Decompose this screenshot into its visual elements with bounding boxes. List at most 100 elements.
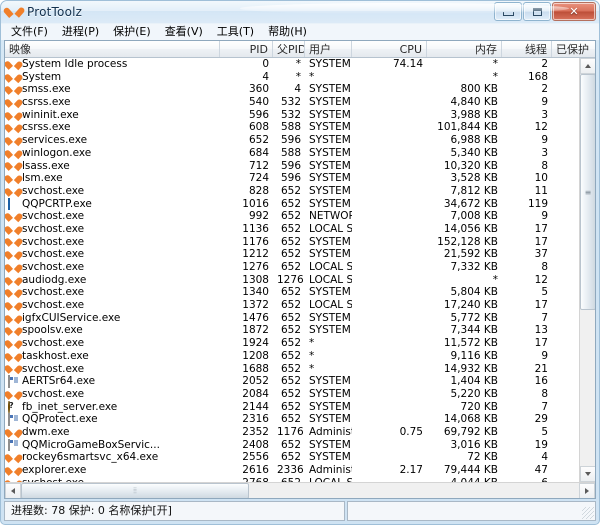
process-list-view: 映像PID父PID用户CPU内存线程已保护公司 System Idle proc… bbox=[4, 40, 596, 499]
menu-process[interactable]: 进程(P) bbox=[55, 24, 106, 40]
table-row[interactable]: csrss.exe540532SYSTEM4,840 KB9 bbox=[5, 96, 588, 109]
cell-image: svchost.exe bbox=[22, 223, 84, 236]
scroll-right-button[interactable] bbox=[579, 483, 595, 499]
heart-icon bbox=[8, 160, 19, 171]
table-row[interactable]: igfxCUIService.exe1476652SYSTEM5,772 KB7 bbox=[5, 312, 588, 325]
cell-memory: 14,068 KB bbox=[427, 413, 502, 426]
cell-image: services.exe bbox=[22, 134, 87, 147]
column-ppid[interactable]: 父PID bbox=[273, 41, 305, 57]
column-user[interactable]: 用户 bbox=[305, 41, 352, 57]
menu-view[interactable]: 查看(V) bbox=[158, 24, 210, 40]
table-row[interactable]: audiodg.exe13081276LOCAL SERVICE*12 bbox=[5, 274, 588, 287]
cell-user: SYSTEM bbox=[305, 324, 352, 337]
table-row[interactable]: AERTSr64.exe2052652SYSTEM1,404 KB16 bbox=[5, 375, 588, 388]
table-row[interactable]: System4***168 bbox=[5, 71, 588, 84]
cell-user: LOCAL SERVICE bbox=[305, 261, 352, 274]
table-row[interactable]: QQProtect.exe2316652SYSTEM14,068 KB29Ten… bbox=[5, 413, 588, 426]
menu-help[interactable]: 帮助(H) bbox=[261, 24, 314, 40]
table-row[interactable]: explorer.exe26162336Administrator2.1779,… bbox=[5, 464, 588, 477]
table-row[interactable]: smss.exe3604SYSTEM800 KB2 bbox=[5, 83, 588, 96]
cell-threads: 8 bbox=[502, 388, 552, 401]
table-row[interactable]: svchost.exe1924652*11,572 KB17 bbox=[5, 337, 588, 350]
menu-file[interactable]: 文件(F) bbox=[4, 24, 55, 40]
cell-user: SYSTEM bbox=[305, 160, 352, 173]
column-protected[interactable]: 已保护 bbox=[552, 41, 596, 57]
cell-user: SYSTEM bbox=[305, 147, 352, 160]
close-button[interactable]: ✕ bbox=[552, 2, 596, 21]
table-row[interactable]: svchost.exe1176652SYSTEM152,128 KB17 bbox=[5, 236, 588, 249]
shield-icon bbox=[8, 198, 19, 209]
status-bar: 进程数: 78 保护: 0 名称保护[开] bbox=[4, 501, 596, 521]
table-row[interactable]: dwm.exe23521176Administrator0.7569,792 K… bbox=[5, 426, 588, 439]
table-row[interactable]: svchost.exe2084652SYSTEM5,220 KB8 bbox=[5, 388, 588, 401]
table-row[interactable]: services.exe652596SYSTEM6,988 KB9 bbox=[5, 134, 588, 147]
minimize-button[interactable] bbox=[494, 2, 522, 21]
table-row[interactable]: svchost.exe1340652SYSTEM5,804 KB5 bbox=[5, 286, 588, 299]
table-row[interactable]: winlogon.exe684588SYSTEM5,340 KB3 bbox=[5, 147, 588, 160]
cell-user: SYSTEM bbox=[305, 375, 352, 388]
table-row[interactable]: csrss.exe608588SYSTEM101,844 KB12 bbox=[5, 121, 588, 134]
cell-ppid: * bbox=[273, 71, 305, 84]
cell-threads: 8 bbox=[502, 160, 552, 173]
cell-memory: 800 KB bbox=[427, 83, 502, 96]
table-row[interactable]: svchost.exe1136652LOCAL SERVICE14,056 KB… bbox=[5, 223, 588, 236]
column-cpu[interactable]: CPU bbox=[352, 41, 427, 57]
scroll-up-button[interactable] bbox=[580, 58, 596, 74]
cell-image: System Idle process bbox=[22, 58, 127, 71]
table-row[interactable]: svchost.exe1372652LOCAL SERVICE17,240 KB… bbox=[5, 299, 588, 312]
cell-pid: 1016 bbox=[220, 198, 273, 211]
column-memory[interactable]: 内存 bbox=[427, 41, 502, 57]
cell-image: lsm.exe bbox=[22, 172, 63, 185]
table-row[interactable]: svchost.exe1212652SYSTEM21,592 KB37 bbox=[5, 248, 588, 261]
cell-cpu bbox=[352, 223, 427, 236]
horizontal-scrollbar-thumb[interactable]: ⦙⦙ bbox=[21, 483, 249, 499]
cell-cpu bbox=[352, 388, 427, 401]
table-row[interactable]: taskhost.exe1208652*9,116 KB9 bbox=[5, 350, 588, 363]
table-row[interactable]: svchost.exe992652NETWORK SER...7,008 KB9 bbox=[5, 210, 588, 223]
column-image[interactable]: 映像 bbox=[5, 41, 220, 57]
cell-ppid: 532 bbox=[273, 109, 305, 122]
table-row[interactable]: spoolsv.exe1872652SYSTEM7,344 KB13 bbox=[5, 324, 588, 337]
table-row[interactable]: rockey6smartsvc_x64.exe2556652SYSTEM72 K… bbox=[5, 451, 588, 464]
heart-icon bbox=[8, 465, 19, 476]
horizontal-scrollbar[interactable]: ⦙⦙ bbox=[5, 482, 595, 498]
cell-pid: 596 bbox=[220, 109, 273, 122]
table-row[interactable]: System Idle process0*SYSTEM74.14*2 bbox=[5, 58, 588, 71]
table-row[interactable]: lsm.exe724596SYSTEM3,528 KB10 bbox=[5, 172, 588, 185]
cell-user: Administrator bbox=[305, 464, 352, 477]
cell-pid: 1276 bbox=[220, 261, 273, 274]
resize-grip-icon[interactable] bbox=[582, 507, 594, 519]
vertical-scrollbar-thumb[interactable]: ≡ bbox=[580, 74, 596, 310]
cell-ppid: 4 bbox=[273, 83, 305, 96]
cell-threads: 11 bbox=[502, 185, 552, 198]
cell-cpu bbox=[352, 96, 427, 109]
column-pid[interactable]: PID bbox=[220, 41, 273, 57]
cell-image: svchost.exe bbox=[22, 236, 84, 249]
scroll-left-button[interactable] bbox=[5, 483, 21, 499]
chevron-up-icon bbox=[585, 64, 591, 68]
vertical-scrollbar[interactable]: ≡ bbox=[579, 58, 595, 482]
maximize-icon bbox=[533, 8, 542, 16]
table-row[interactable]: fb_inet_server.exe2144652SYSTEM720 KB7Fi… bbox=[5, 401, 588, 414]
table-row[interactable]: QQMicroGameBoxServic...2408652SYSTEM3,01… bbox=[5, 439, 588, 452]
status-text: 进程数: 78 保护: 0 名称保护[开] bbox=[4, 501, 345, 521]
table-row[interactable]: svchost.exe1688652*14,932 KB21 bbox=[5, 363, 588, 376]
cell-ppid: 652 bbox=[273, 401, 305, 414]
heart-icon bbox=[8, 313, 19, 324]
cell-user: SYSTEM bbox=[305, 248, 352, 261]
status-secondary bbox=[347, 501, 596, 521]
table-row[interactable]: svchost.exe1276652LOCAL SERVICE7,332 KB8 bbox=[5, 261, 588, 274]
table-row[interactable]: lsass.exe712596SYSTEM10,320 KB8 bbox=[5, 160, 588, 173]
menu-tools[interactable]: 工具(T) bbox=[210, 24, 261, 40]
table-row[interactable]: wininit.exe596532SYSTEM3,988 KB3 bbox=[5, 109, 588, 122]
column-threads[interactable]: 线程 bbox=[502, 41, 552, 57]
menu-protect[interactable]: 保护(E) bbox=[106, 24, 158, 40]
heart-icon bbox=[8, 148, 19, 159]
cell-memory: 720 KB bbox=[427, 401, 502, 414]
scroll-down-button[interactable] bbox=[580, 466, 596, 482]
maximize-button[interactable] bbox=[523, 2, 551, 21]
cell-memory: 14,932 KB bbox=[427, 363, 502, 376]
heart-icon bbox=[8, 97, 19, 108]
table-row[interactable]: svchost.exe828652SYSTEM7,812 KB11 bbox=[5, 185, 588, 198]
table-row[interactable]: QQPCRTP.exe1016652SYSTEM34,672 KB119Tenc… bbox=[5, 198, 588, 211]
